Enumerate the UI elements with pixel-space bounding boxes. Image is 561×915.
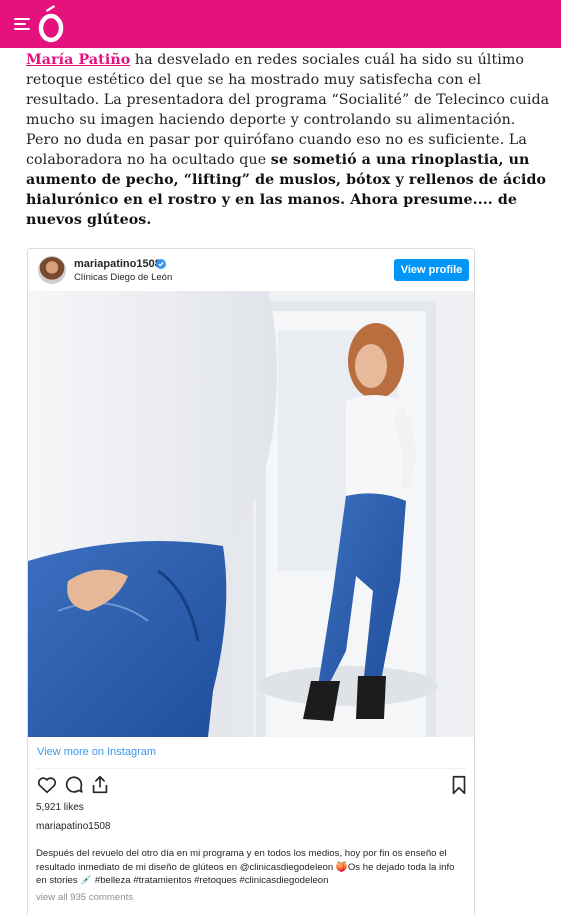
bookmark-icon[interactable] bbox=[448, 774, 470, 796]
share-icon[interactable] bbox=[89, 774, 111, 796]
post-caption: Después del revuelo del otro día en mi p… bbox=[36, 848, 455, 886]
view-comments-link[interactable]: view all 935 comments bbox=[36, 892, 133, 903]
person-link[interactable]: María Patiño bbox=[26, 52, 130, 68]
post-header: mariapatino1508 Clínicas Diego de León V… bbox=[28, 249, 474, 291]
instagram-embed: mariapatino1508 Clínicas Diego de León V… bbox=[27, 248, 475, 915]
caption-username[interactable]: mariapatino1508 bbox=[36, 821, 111, 832]
verified-badge-icon bbox=[156, 259, 166, 269]
avatar[interactable] bbox=[38, 256, 66, 284]
post-location[interactable]: Clínicas Diego de León bbox=[74, 272, 172, 283]
article-text: ha desvelado en redes sociales cuál ha s… bbox=[26, 52, 550, 168]
divider bbox=[36, 768, 466, 769]
top-bar bbox=[0, 0, 561, 48]
comment-icon[interactable] bbox=[63, 774, 85, 796]
view-more-link[interactable]: View more on Instagram bbox=[37, 746, 156, 758]
action-bar bbox=[28, 774, 474, 800]
heart-icon[interactable] bbox=[36, 774, 58, 796]
article-body: María Patiño ha desvelado en redes socia… bbox=[26, 50, 552, 230]
view-profile-button[interactable]: View profile bbox=[394, 259, 469, 281]
post-photo[interactable] bbox=[28, 291, 474, 737]
site-logo[interactable] bbox=[38, 4, 64, 44]
like-count: 5,921 likes bbox=[36, 802, 84, 813]
hamburger-menu-icon[interactable] bbox=[14, 18, 30, 30]
post-username[interactable]: mariapatino1508 bbox=[74, 258, 161, 270]
